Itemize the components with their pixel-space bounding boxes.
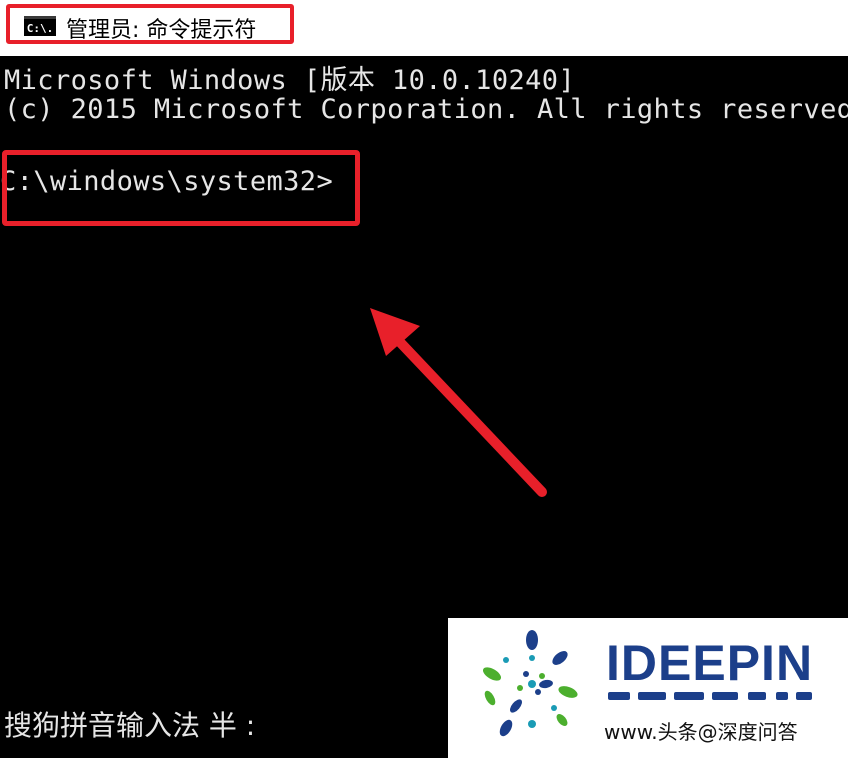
brand-subtitle-glyphs: [608, 692, 814, 702]
red-arrow-icon: [370, 308, 547, 497]
window-titlebar[interactable]: C:\. 管理员: 命令提示符: [0, 0, 848, 56]
ime-status-bar: 搜狗拼音输入法 半 :: [4, 709, 256, 742]
brand-name: IDEEPIN: [606, 635, 814, 691]
title-highlight-box: [6, 4, 294, 44]
ideepin-logo-icon: [482, 630, 578, 737]
prompt-highlight-box: [2, 150, 360, 226]
screenshot: C:\. 管理员: 命令提示符 Microsoft Windows [版本 10…: [0, 0, 848, 758]
console-line-copyright: (c) 2015 Microsoft Corporation. All righ…: [4, 94, 848, 125]
console-line-version: Microsoft Windows [版本 10.0.10240]: [4, 65, 576, 96]
watermark-panel: IDEEPIN www.头条@深度问答: [448, 618, 848, 758]
source-caption: www.头条@深度问答: [604, 720, 798, 744]
